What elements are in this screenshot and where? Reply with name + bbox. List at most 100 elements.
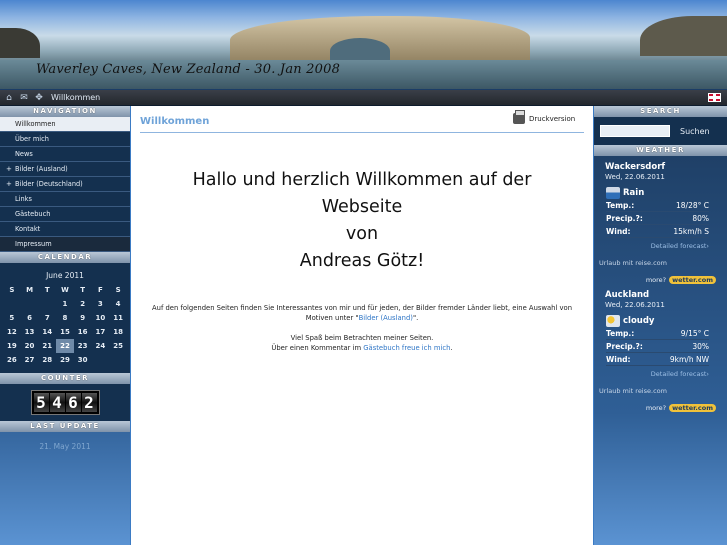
- left-sidebar: NAVIGATION Willkommen Über mich News + Bilde…: [0, 106, 130, 545]
- bilder-ausland-link[interactable]: Bilder (Ausland): [359, 314, 413, 322]
- calendar-day[interactable]: 28: [38, 353, 56, 367]
- calendar-day[interactable]: 29: [56, 353, 74, 367]
- wetter-logo: wetter.com: [669, 276, 716, 284]
- comment-end: .: [450, 344, 453, 352]
- nav-item-label: Links: [15, 195, 32, 203]
- guestbook-link[interactable]: Gästebuch freue ich mich: [363, 344, 450, 352]
- nav-item[interactable]: Willkommen: [0, 117, 130, 132]
- detailed-forecast-link[interactable]: Detailed forecast›: [606, 242, 709, 250]
- print-label: Druckversion: [529, 114, 576, 123]
- weekday-label: S: [115, 286, 121, 294]
- expand-icon[interactable]: +: [6, 162, 12, 176]
- weather-precip: Precip.?: 30%: [606, 342, 709, 353]
- calendar-day[interactable]: 18: [109, 325, 127, 339]
- nav-item[interactable]: News: [0, 147, 130, 162]
- nav-item-label: Bilder (Deutschland): [15, 180, 83, 188]
- expand-icon[interactable]: +: [6, 177, 12, 191]
- weather-condition: cloudy: [606, 315, 727, 327]
- uk-flag-icon[interactable]: [708, 93, 721, 102]
- weather-brand[interactable]: more? wetter.com: [606, 404, 716, 412]
- counter-digit: 4: [49, 393, 65, 412]
- calendar-day: [21, 297, 39, 311]
- rain-icon: [606, 187, 620, 199]
- calendar-day[interactable]: 30: [74, 353, 92, 367]
- navigation-menu: Willkommen Über mich News + Bilder (Ausland)…: [0, 117, 130, 252]
- calendar-day[interactable]: 9: [74, 311, 92, 325]
- calendar-grid: S M T W T F S 1 2 3 4 5 6 7 8 9 10 11 12 13 14 15 16 17 18 19 20 21…: [3, 283, 127, 367]
- page-title: Willkommen: [140, 116, 210, 127]
- calendar-day[interactable]: 26: [3, 353, 21, 367]
- weather-condition: Rain: [606, 187, 727, 199]
- navigation-heading: NAVIGATION: [0, 106, 130, 117]
- breadcrumb[interactable]: Willkommen: [51, 93, 100, 102]
- weather-source-link[interactable]: Urlaub mit reise.com: [599, 387, 727, 395]
- calendar-day[interactable]: 22: [56, 339, 74, 353]
- calendar-day[interactable]: 2: [74, 297, 92, 311]
- nav-item-label: Gästebuch: [15, 210, 51, 218]
- right-sidebar: SEARCH Suchen WEATHER Wackersdorf Wed, 22…: [594, 106, 727, 545]
- calendar-day[interactable]: 11: [109, 311, 127, 325]
- calendar-day[interactable]: 4: [109, 297, 127, 311]
- header-banner: Waverley Caves, New Zealand - 30. Jan 20…: [0, 0, 727, 90]
- weather-temp: Temp.: 9/15° C: [606, 329, 709, 340]
- intro-end: ".: [412, 314, 419, 322]
- nav-item-label: Bilder (Ausland): [15, 165, 68, 173]
- nav-item[interactable]: + Bilder (Deutschland): [0, 177, 130, 192]
- calendar-day[interactable]: 8: [56, 311, 74, 325]
- nav-item[interactable]: Links: [0, 192, 130, 207]
- counter-heading: COUNTER: [0, 373, 130, 384]
- weather-city: Auckland: [605, 290, 650, 300]
- calendar-day[interactable]: 17: [92, 325, 110, 339]
- counter-digit: 2: [81, 393, 97, 412]
- calendar-day[interactable]: 20: [21, 339, 39, 353]
- welcome-line: Webseite: [321, 197, 403, 217]
- nav-item[interactable]: Kontakt: [0, 222, 130, 237]
- calendar-day[interactable]: 5: [3, 311, 21, 325]
- weather-widget: Wackersdorf Wed, 22.06.2011 Rain Temp.: 18/2…: [594, 162, 727, 412]
- search-input[interactable]: [600, 125, 670, 137]
- calendar-month: June 2011: [46, 271, 84, 280]
- last-update: 21. May 2011: [0, 442, 130, 451]
- calendar-day[interactable]: 12: [3, 325, 21, 339]
- calendar-day[interactable]: 25: [109, 339, 127, 353]
- enjoy-text: Viel Spaß beim Betrachten meiner Seiten.: [290, 334, 434, 342]
- wetter-logo: wetter.com: [669, 404, 716, 412]
- nav-item[interactable]: Über mich: [0, 132, 130, 147]
- search-button[interactable]: Suchen: [680, 127, 710, 136]
- calendar-day[interactable]: 14: [38, 325, 56, 339]
- detailed-forecast-link[interactable]: Detailed forecast›: [606, 370, 709, 378]
- calendar-day[interactable]: 21: [38, 339, 56, 353]
- calendar-day[interactable]: 10: [92, 311, 110, 325]
- calendar-day[interactable]: 13: [21, 325, 39, 339]
- weekday-label: S: [9, 286, 15, 294]
- weather-brand[interactable]: more? wetter.com: [606, 276, 716, 284]
- weather-wind: Wind: 15km/h S: [606, 227, 709, 238]
- mail-icon[interactable]: ✉: [18, 92, 30, 104]
- sitemap-icon[interactable]: ✥: [33, 92, 45, 104]
- counter-digit: 5: [33, 393, 49, 412]
- calendar-day[interactable]: 6: [21, 311, 39, 325]
- calendar-day[interactable]: 15: [56, 325, 74, 339]
- calendar-day[interactable]: 23: [74, 339, 92, 353]
- weather-precip: Precip.?: 80%: [606, 214, 709, 225]
- visitor-counter: 5462: [0, 384, 130, 421]
- calendar-day[interactable]: 7: [38, 311, 56, 325]
- print-button[interactable]: Druckversion: [513, 110, 576, 124]
- weekday-label: F: [97, 286, 103, 294]
- nav-item[interactable]: Gästebuch: [0, 207, 130, 222]
- calendar-day[interactable]: 27: [21, 353, 39, 367]
- weather-source-link[interactable]: Urlaub mit reise.com: [599, 259, 727, 267]
- calendar-day[interactable]: 24: [92, 339, 110, 353]
- printer-icon: [513, 110, 525, 124]
- calendar-day[interactable]: 1: [56, 297, 74, 311]
- condition-label: Rain: [623, 188, 645, 198]
- nav-item[interactable]: + Bilder (Ausland): [0, 162, 130, 177]
- nav-item[interactable]: Impressum: [0, 237, 130, 252]
- calendar-day[interactable]: 16: [74, 325, 92, 339]
- welcome-line: Andreas Götz!: [299, 251, 425, 271]
- calendar-day[interactable]: 3: [92, 297, 110, 311]
- condition-label: cloudy: [623, 316, 655, 326]
- home-icon[interactable]: ⌂: [3, 92, 15, 104]
- calendar-day[interactable]: 19: [3, 339, 21, 353]
- calendar-day: [92, 353, 110, 367]
